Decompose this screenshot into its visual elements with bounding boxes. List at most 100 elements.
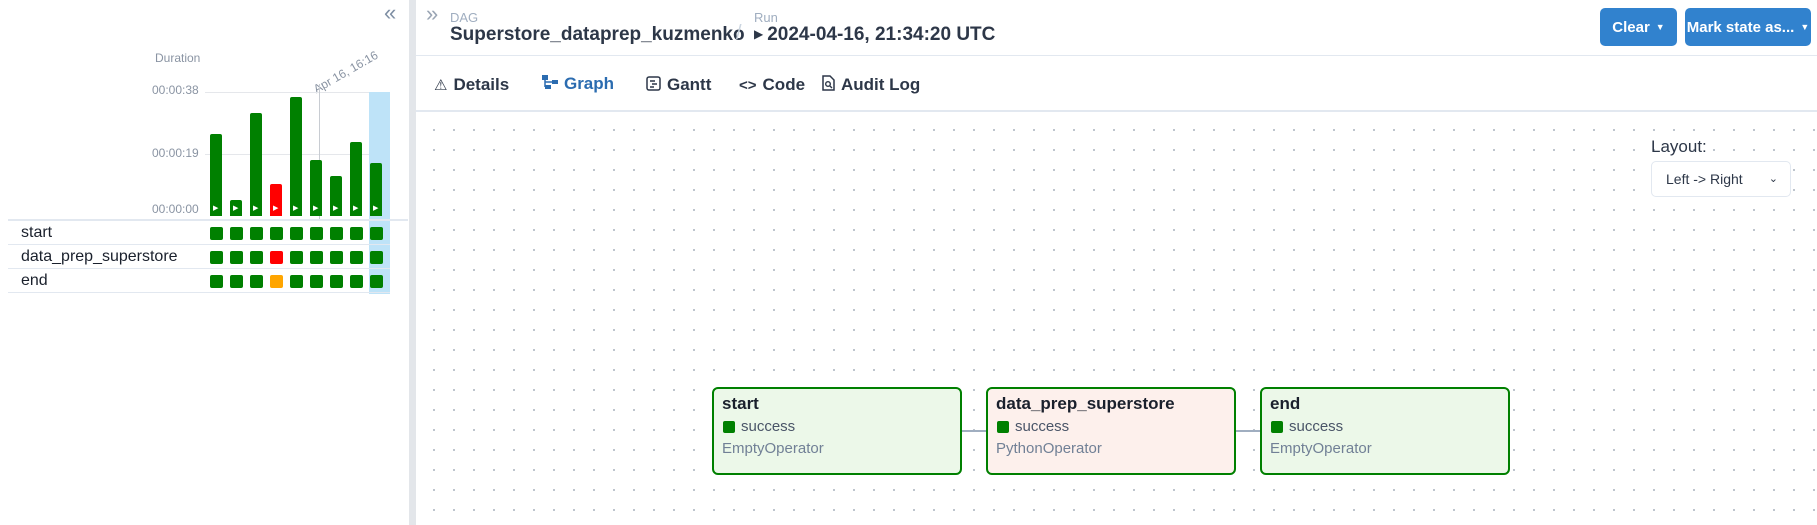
run-duration-bar[interactable]: ▶ (370, 163, 382, 216)
details-panel: » DAG Superstore_dataprep_kuzmenko / Run… (416, 0, 1817, 525)
task-instance-square[interactable] (250, 251, 263, 264)
clear-button[interactable]: Clear ▼ (1600, 8, 1677, 46)
task-instance-square[interactable] (210, 275, 223, 288)
task-node-start[interactable]: start success EmptyOperator (712, 387, 962, 475)
tab-audit-log[interactable]: Audit Log (822, 58, 932, 112)
task-instance-square[interactable] (270, 275, 283, 288)
task-instance-square[interactable] (290, 251, 303, 264)
success-state-icon (1271, 421, 1283, 433)
play-icon: ▶ (353, 205, 359, 212)
graph-canvas[interactable]: Layout: Left -> Right ⌄ start success Em… (416, 112, 1817, 525)
task-instance-square[interactable] (210, 251, 223, 264)
duration-tick: 00:00:19 (152, 146, 199, 160)
tab-gantt[interactable]: Gantt (646, 58, 720, 112)
dag-id-link[interactable]: Superstore_dataprep_kuzmenko (450, 24, 745, 46)
task-name: start (21, 224, 53, 241)
graph-edge (962, 430, 986, 432)
tab-label: Details (453, 75, 510, 94)
layout-select[interactable]: Left -> Right ⌄ (1651, 161, 1791, 197)
task-instance-square[interactable] (370, 251, 383, 264)
gantt-icon (646, 75, 661, 95)
task-instance-square[interactable] (310, 275, 323, 288)
run-duration-bar[interactable]: ▶ (290, 97, 302, 216)
run-duration-bar[interactable]: ▶ (330, 176, 342, 216)
node-operator: EmptyOperator (1270, 440, 1372, 457)
task-instance-square[interactable] (250, 275, 263, 288)
run-date-label: Apr 16, 16:16 (311, 47, 381, 97)
tab-label: Code (762, 75, 806, 94)
node-operator: PythonOperator (996, 440, 1102, 457)
node-state: success (741, 418, 796, 435)
task-instance-square[interactable] (230, 275, 243, 288)
grid-panel: « Duration Apr 16, 16:16 00:00:38 00:00:… (0, 0, 410, 525)
duration-tick: 00:00:38 (152, 83, 199, 97)
mark-state-button[interactable]: Mark state as... ▼ (1685, 8, 1811, 46)
task-instance-square[interactable] (350, 251, 363, 264)
tab-code[interactable]: <> Code (739, 58, 809, 112)
task-instance-square[interactable] (270, 251, 283, 264)
task-instance-square[interactable] (250, 227, 263, 240)
caret-down-icon: ▼ (1655, 22, 1665, 32)
clear-button-label: Clear (1612, 18, 1650, 36)
task-instance-square[interactable] (350, 275, 363, 288)
layout-value: Left -> Right (1666, 171, 1743, 187)
panel-resize-handle[interactable] (409, 0, 416, 525)
breadcrumb-separator: / (736, 22, 742, 44)
task-instance-square[interactable] (310, 227, 323, 240)
run-duration-bar[interactable]: ▶ (270, 184, 282, 216)
task-instance-square[interactable] (330, 227, 343, 240)
task-instance-square[interactable] (230, 227, 243, 240)
task-instance-square[interactable] (370, 227, 383, 240)
task-node-end[interactable]: end success EmptyOperator (1260, 387, 1510, 475)
play-icon: ▶ (213, 205, 219, 212)
collapse-grid-icon[interactable]: « (384, 2, 396, 24)
run-duration-bar[interactable]: ▶ (310, 160, 322, 216)
success-state-icon (997, 421, 1009, 433)
run-value: 2024-04-16, 21:34:20 UTC (767, 24, 996, 45)
play-icon: ▶ (373, 205, 379, 212)
task-node-data-prep-superstore[interactable]: data_prep_superstore success PythonOpera… (986, 387, 1236, 475)
task-instance-square[interactable] (350, 227, 363, 240)
grid-line (205, 92, 390, 93)
node-state: success (1015, 418, 1070, 435)
task-instance-square[interactable] (330, 251, 343, 264)
run-duration-bar[interactable]: ▶ (350, 142, 362, 216)
graph-icon (541, 75, 558, 93)
caret-down-icon: ▼ (1800, 22, 1810, 32)
task-name: end (21, 272, 48, 289)
task-instance-square[interactable] (230, 251, 243, 264)
task-instance-square[interactable] (310, 251, 323, 264)
play-icon: ▶ (253, 205, 259, 212)
play-icon: ▶ (333, 205, 339, 212)
task-instance-square[interactable] (370, 275, 383, 288)
task-instance-square[interactable] (210, 227, 223, 240)
run-duration-bar[interactable]: ▶ (210, 134, 222, 216)
play-icon: ▶ (313, 205, 319, 212)
warning-icon: ⚠ (434, 77, 448, 94)
play-icon: ▶ (754, 27, 764, 41)
task-instance-square[interactable] (330, 275, 343, 288)
header-divider (416, 55, 1817, 56)
run-label: Run (754, 10, 778, 25)
dag-label: DAG (450, 10, 479, 25)
audit-log-icon (822, 75, 835, 95)
run-duration-bar[interactable]: ▶ (230, 200, 242, 216)
run-duration-bar[interactable]: ▶ (250, 113, 262, 216)
duration-tick: 00:00:00 (152, 202, 199, 216)
graph-edge (1236, 430, 1260, 432)
play-icon: ▶ (273, 205, 279, 212)
task-instance-square[interactable] (290, 275, 303, 288)
tab-details[interactable]: ⚠ Details (434, 58, 514, 112)
success-state-icon (723, 421, 735, 433)
node-title: end (1270, 394, 1301, 413)
node-title: start (722, 394, 759, 413)
task-instance-square[interactable] (290, 227, 303, 240)
tab-graph[interactable]: Graph (526, 58, 630, 112)
node-title: data_prep_superstore (996, 394, 1175, 413)
task-instance-square[interactable] (270, 227, 283, 240)
tab-label: Graph (563, 74, 615, 93)
expand-icon[interactable]: » (426, 3, 438, 25)
duration-label: Duration (155, 51, 201, 65)
tab-label: Audit Log (841, 75, 921, 94)
run-id: ▶ 2024-04-16, 21:34:20 UTC (754, 24, 995, 46)
